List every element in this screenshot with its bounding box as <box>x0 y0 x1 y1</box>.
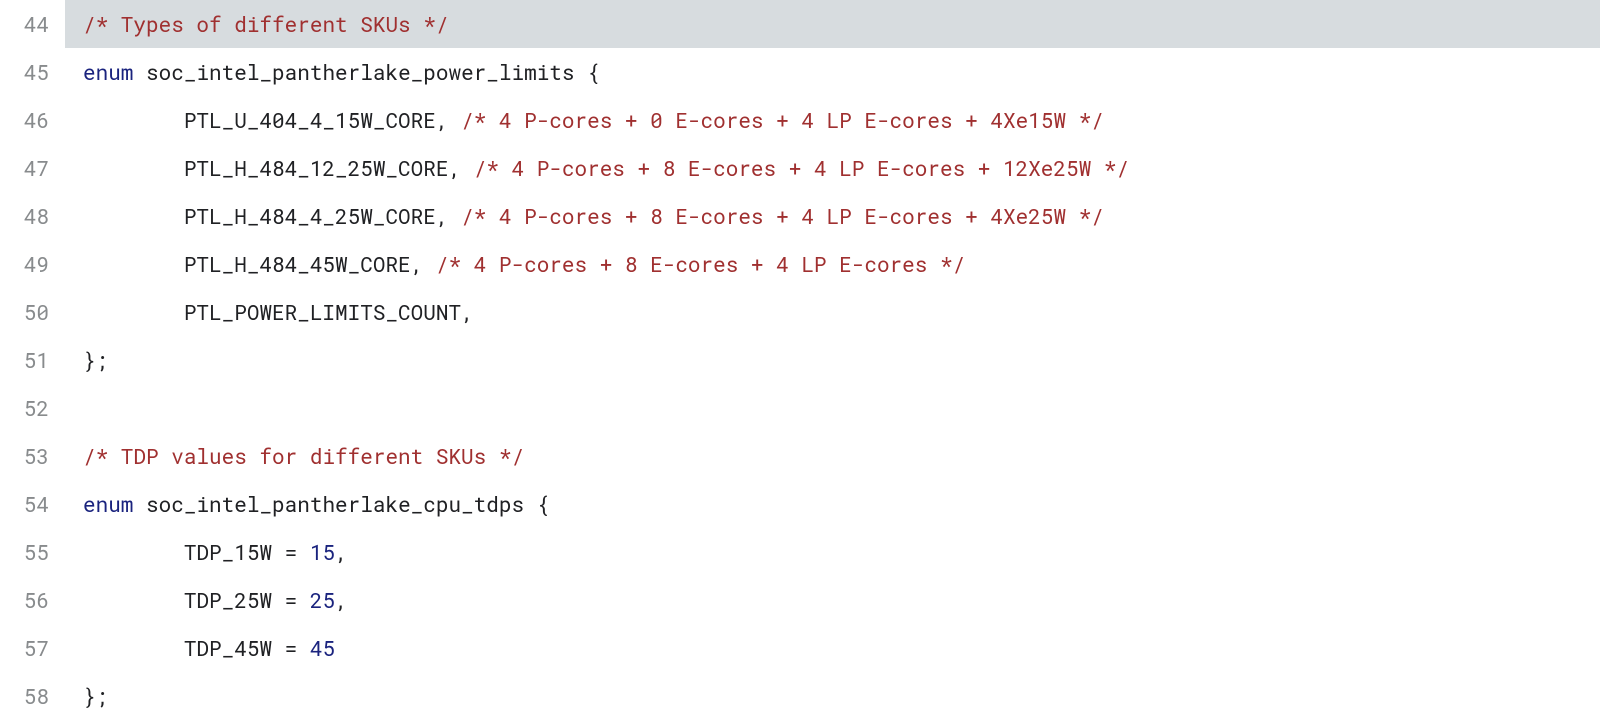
code-line[interactable]: 48PTL_H_484_4_25W_CORE, /* 4 P-cores + 8… <box>0 192 1600 240</box>
code-token <box>297 590 310 611</box>
line-content: PTL_U_404_4_15W_CORE, /* 4 P-cores + 0 E… <box>65 96 1600 144</box>
code-line[interactable]: 46PTL_U_404_4_15W_CORE, /* 4 P-cores + 0… <box>0 96 1600 144</box>
code-token: soc_intel_pantherlake_cpu_tdps <box>146 494 524 515</box>
code-token: 15 <box>310 542 335 563</box>
code-token: PTL_H_484_45W_CORE <box>184 254 411 275</box>
line-number: 51 <box>0 350 65 371</box>
code-line[interactable]: 50PTL_POWER_LIMITS_COUNT, <box>0 288 1600 336</box>
code-line[interactable]: 56TDP_25W = 25, <box>0 576 1600 624</box>
line-number: 55 <box>0 542 65 563</box>
code-line[interactable]: 51}; <box>0 336 1600 384</box>
line-number: 54 <box>0 494 65 515</box>
line-content: PTL_H_484_45W_CORE, /* 4 P-cores + 8 E-c… <box>65 240 1600 288</box>
code-token <box>524 494 537 515</box>
code-token: , <box>335 590 348 611</box>
line-content <box>65 384 1600 432</box>
code-line[interactable]: 45enum soc_intel_pantherlake_power_limit… <box>0 48 1600 96</box>
line-content: PTL_H_484_12_25W_CORE, /* 4 P-cores + 8 … <box>65 144 1600 192</box>
code-token: /* 4 P-cores + 8 E-cores + 4 LP E-cores … <box>461 206 1104 227</box>
code-line[interactable]: 47PTL_H_484_12_25W_CORE, /* 4 P-cores + … <box>0 144 1600 192</box>
code-token: soc_intel_pantherlake_power_limits <box>146 62 574 83</box>
code-token: TDP_45W <box>184 638 272 659</box>
line-content: PTL_H_484_4_25W_CORE, /* 4 P-cores + 8 E… <box>65 192 1600 240</box>
code-line[interactable]: 58}; <box>0 672 1600 720</box>
code-line[interactable]: 55TDP_15W = 15, <box>0 528 1600 576</box>
code-token: enum <box>83 494 133 515</box>
line-number: 48 <box>0 206 65 227</box>
line-content: enum soc_intel_pantherlake_power_limits … <box>65 48 1600 96</box>
code-token: TDP_25W <box>184 590 272 611</box>
code-token: 25 <box>310 590 335 611</box>
code-token: /* TDP values for different SKUs */ <box>83 446 524 467</box>
line-number: 45 <box>0 62 65 83</box>
code-token: , <box>461 302 474 323</box>
code-token: , <box>335 542 348 563</box>
code-line[interactable]: 57TDP_45W = 45 <box>0 624 1600 672</box>
code-token: = <box>285 638 298 659</box>
code-token: }; <box>83 350 108 371</box>
code-token: = <box>285 542 298 563</box>
code-token: { <box>537 494 550 515</box>
code-token: , <box>411 254 424 275</box>
code-token <box>448 110 461 131</box>
line-content: PTL_POWER_LIMITS_COUNT, <box>65 288 1600 336</box>
code-token: }; <box>83 686 108 707</box>
line-number: 44 <box>0 14 65 35</box>
code-token: 45 <box>310 638 335 659</box>
code-line[interactable]: 44 /* Types of different SKUs */ <box>0 0 1600 48</box>
code-token: PTL_H_484_4_25W_CORE <box>184 206 436 227</box>
code-token <box>297 542 310 563</box>
code-token: /* Types of different SKUs */ <box>83 14 448 35</box>
code-token <box>272 638 285 659</box>
code-line[interactable]: 53 /* TDP values for different SKUs */ <box>0 432 1600 480</box>
code-token: enum <box>83 62 133 83</box>
code-token: PTL_POWER_LIMITS_COUNT <box>184 302 461 323</box>
code-token: /* 4 P-cores + 8 E-cores + 4 LP E-cores … <box>474 158 1129 179</box>
line-number: 46 <box>0 110 65 131</box>
code-line[interactable]: 52 <box>0 384 1600 432</box>
line-content: }; <box>65 672 1600 720</box>
code-token <box>272 542 285 563</box>
code-viewer: 44/* Types of different SKUs */45enum so… <box>0 0 1600 720</box>
line-content: TDP_25W = 25, <box>65 576 1600 624</box>
line-content: TDP_15W = 15, <box>65 528 1600 576</box>
code-token: , <box>448 158 461 179</box>
code-token: PTL_H_484_12_25W_CORE <box>184 158 449 179</box>
line-number: 49 <box>0 254 65 275</box>
code-token <box>461 158 474 179</box>
line-content: /* Types of different SKUs */ <box>65 0 1600 48</box>
code-token: /* 4 P-cores + 8 E-cores + 4 LP E-cores … <box>436 254 965 275</box>
line-number: 53 <box>0 446 65 467</box>
code-token <box>423 254 436 275</box>
code-token <box>297 638 310 659</box>
code-token: /* 4 P-cores + 0 E-cores + 4 LP E-cores … <box>461 110 1104 131</box>
code-token: = <box>285 590 298 611</box>
code-token <box>448 206 461 227</box>
code-token <box>272 590 285 611</box>
line-number: 47 <box>0 158 65 179</box>
code-line[interactable]: 49PTL_H_484_45W_CORE, /* 4 P-cores + 8 E… <box>0 240 1600 288</box>
line-number: 57 <box>0 638 65 659</box>
code-token: , <box>436 110 449 131</box>
code-token <box>133 62 146 83</box>
line-number: 50 <box>0 302 65 323</box>
code-token: TDP_15W <box>184 542 272 563</box>
line-content: }; <box>65 336 1600 384</box>
line-number: 58 <box>0 686 65 707</box>
line-content: /* TDP values for different SKUs */ <box>65 432 1600 480</box>
code-token: { <box>587 62 600 83</box>
line-number: 52 <box>0 398 65 419</box>
line-content: enum soc_intel_pantherlake_cpu_tdps { <box>65 480 1600 528</box>
code-token <box>575 62 588 83</box>
code-token: PTL_U_404_4_15W_CORE <box>184 110 436 131</box>
code-token <box>133 494 146 515</box>
line-number: 56 <box>0 590 65 611</box>
code-line[interactable]: 54enum soc_intel_pantherlake_cpu_tdps { <box>0 480 1600 528</box>
line-content: TDP_45W = 45 <box>65 624 1600 672</box>
code-token: , <box>436 206 449 227</box>
